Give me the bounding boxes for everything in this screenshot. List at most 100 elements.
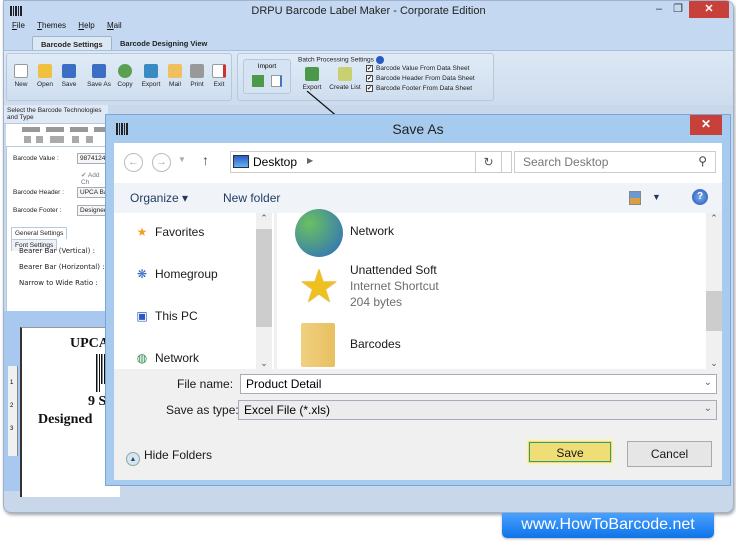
- network-icon: ◍: [136, 351, 148, 365]
- copy-button[interactable]: Copy: [113, 64, 137, 88]
- file-list: Network ★ Unattended Soft Internet Short…: [277, 209, 722, 369]
- save-toolbar-button[interactable]: Save: [57, 64, 81, 88]
- new-file-icon: [14, 64, 28, 78]
- tab-barcode-designing-view[interactable]: Barcode Designing View: [112, 36, 215, 51]
- forward-button[interactable]: →: [152, 153, 171, 172]
- save-button[interactable]: Save: [526, 439, 614, 465]
- dialog-title: Save As: [392, 121, 444, 137]
- new-folder-button[interactable]: New folder: [223, 191, 280, 205]
- dialog-close-button[interactable]: ✕: [690, 115, 722, 135]
- barcode-tech-header: Select the Barcode Technologies and Type: [4, 105, 108, 124]
- batch-export-button[interactable]: Export: [300, 67, 324, 91]
- scroll-up-icon[interactable]: ⌃: [256, 213, 272, 224]
- mail-button[interactable]: Mail: [163, 64, 187, 88]
- website-watermark: www.HowToBarcode.net: [502, 513, 714, 538]
- navigation-pane: ★ Favorites ❋ Homegroup ▣ This PC ◍ Network …: [114, 213, 274, 369]
- save-as-type-select[interactable]: Excel File (*.xls) ⌄: [238, 400, 717, 420]
- chevron-down-icon[interactable]: ⌄: [704, 403, 712, 414]
- import-group: Import: [243, 59, 291, 94]
- exit-icon: [212, 64, 226, 78]
- minimize-button[interactable]: –: [649, 1, 669, 18]
- label-digits: 9 S: [88, 394, 107, 409]
- maximize-button[interactable]: ❐: [669, 1, 687, 18]
- add-checksum-checkbox[interactable]: ✔ Add Ch: [81, 171, 105, 186]
- menu-help[interactable]: Help: [78, 21, 94, 30]
- dialog-body: ← → ▼ ↑ Desktop ▶ ⌄ ↻ Search Desktop ⚲ O…: [114, 143, 722, 480]
- desktop-icon: [233, 155, 249, 168]
- file-name-input[interactable]: Product Detail ⌄: [240, 374, 717, 394]
- nav-item-network[interactable]: ◍ Network: [134, 351, 199, 365]
- cancel-button[interactable]: Cancel: [627, 441, 712, 467]
- folder-icon: [301, 323, 335, 367]
- scroll-up-icon[interactable]: ⌃: [706, 213, 722, 224]
- scroll-thumb[interactable]: [706, 291, 722, 331]
- file-name-label: File name:: [177, 377, 234, 391]
- nav-item-favorites[interactable]: ★ Favorites: [134, 225, 205, 239]
- open-folder-icon: [38, 64, 52, 78]
- help-icon[interactable]: [375, 56, 384, 64]
- checkbox-checked-icon: ✔: [366, 65, 373, 72]
- export-toolbar-button[interactable]: Export: [139, 64, 163, 88]
- batch-processing-group: Import Batch Processing Settings Export …: [237, 53, 494, 101]
- address-text: Desktop: [253, 155, 298, 169]
- recent-locations-dropdown[interactable]: ▼: [178, 155, 186, 164]
- back-button[interactable]: ←: [124, 153, 143, 172]
- save-as-icon: [92, 64, 106, 78]
- export-excel-icon: [305, 67, 319, 81]
- chevron-down-icon[interactable]: ⌄: [704, 377, 712, 388]
- narrow-wide-ratio-label: Narrow to Wide Ratio :: [19, 279, 98, 287]
- hide-folders-button[interactable]: ▲ Hide Folders: [126, 448, 212, 466]
- checkbox-checked-icon: ✔: [366, 85, 373, 92]
- menu-mail[interactable]: Mail: [107, 21, 122, 30]
- batch-title: Batch Processing Settings: [298, 56, 384, 64]
- help-icon[interactable]: ?: [692, 189, 708, 205]
- barcode-settings-form: Barcode Value : 98741240 ✔ Add Ch Barcod…: [6, 146, 117, 336]
- navigation-bar: ← → ▼ ↑ Desktop ▶ ⌄ ↻ Search Desktop ⚲: [114, 143, 722, 183]
- import-file-icon[interactable]: [271, 75, 283, 87]
- scroll-down-icon[interactable]: ⌄: [256, 358, 272, 369]
- main-tabs: Barcode Settings Barcode Designing View: [4, 34, 733, 51]
- refresh-button[interactable]: ↻: [475, 151, 502, 173]
- address-bar[interactable]: Desktop ▶ ⌄: [230, 151, 512, 173]
- view-options-dropdown[interactable]: ▼: [652, 192, 661, 202]
- barcode-header-checkbox[interactable]: ✔ Barcode Header From Data Sheet: [366, 75, 475, 82]
- change-view-icon[interactable]: [629, 191, 641, 205]
- barcode-type-icon[interactable]: [6, 124, 110, 146]
- print-button[interactable]: Print: [185, 64, 209, 88]
- nav-item-homegroup[interactable]: ❋ Homegroup: [134, 267, 218, 281]
- barcode-type-icons: [6, 124, 108, 146]
- barcode-footer-checkbox[interactable]: ✔ Barcode Footer From Data Sheet: [366, 85, 472, 92]
- checkbox-checked-icon: ✔: [81, 172, 87, 179]
- organize-button[interactable]: Organize ▾: [130, 191, 188, 205]
- save-as-button[interactable]: Save As: [85, 64, 113, 88]
- up-button[interactable]: ↑: [202, 152, 209, 168]
- checkbox-checked-icon: ✔: [366, 75, 373, 82]
- file-toolbar-group: New Open Save Save As Copy Export Mail P…: [6, 53, 232, 101]
- create-list-button[interactable]: Create List: [328, 67, 362, 91]
- nav-pane-scrollbar[interactable]: ⌃ ⌄: [256, 213, 272, 369]
- scroll-thumb[interactable]: [256, 229, 272, 327]
- scroll-down-icon[interactable]: ⌄: [706, 358, 722, 369]
- save-as-dialog: Save As ✕ ← → ▼ ↑ Desktop ▶ ⌄ ↻ Search D…: [105, 114, 731, 486]
- barcode-footer-label: Barcode Footer :: [13, 207, 62, 214]
- nav-item-this-pc[interactable]: ▣ This PC: [134, 309, 197, 323]
- menu-themes[interactable]: Themes: [37, 21, 66, 30]
- exit-button[interactable]: Exit: [207, 64, 231, 88]
- file-list-scrollbar[interactable]: ⌃ ⌄: [706, 213, 722, 369]
- homegroup-icon: ❋: [136, 267, 148, 281]
- open-button[interactable]: Open: [33, 64, 57, 88]
- vertical-ruler: 1 2 3: [8, 366, 18, 456]
- close-button[interactable]: ✕: [689, 1, 729, 18]
- new-button[interactable]: New: [9, 64, 33, 88]
- network-icon: [295, 209, 343, 257]
- search-input[interactable]: Search Desktop ⚲: [514, 151, 716, 173]
- copy-icon: [118, 64, 132, 78]
- breadcrumb-chevron-icon[interactable]: ▶: [307, 156, 313, 165]
- import-excel-icon[interactable]: [251, 75, 264, 87]
- tab-general-settings[interactable]: General Settings: [11, 227, 68, 239]
- bearer-bar-vertical-label: Bearer Bar (Vertical) :: [19, 247, 95, 255]
- menu-bar: File Themes Help Mail: [4, 21, 733, 34]
- menu-file[interactable]: File: [12, 21, 25, 30]
- barcode-value-checkbox[interactable]: ✔ Barcode Value From Data Sheet: [366, 65, 469, 72]
- tab-barcode-settings[interactable]: Barcode Settings: [32, 36, 112, 51]
